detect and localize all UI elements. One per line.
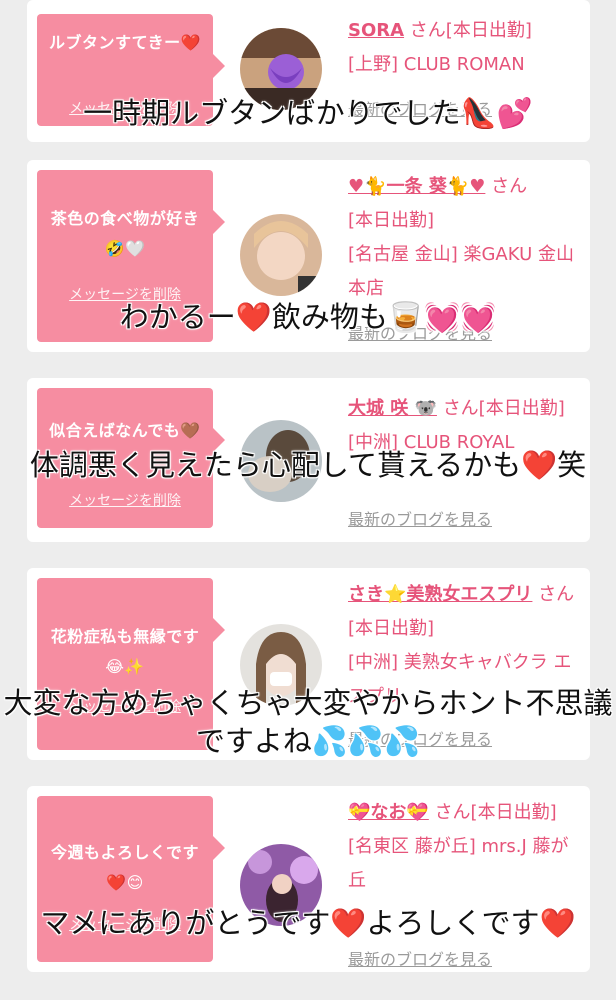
message-card: 今週もよろしくです❤️😊 メッセージを削除 💝なお💝 さん[本日出勤] [名東区… xyxy=(27,786,590,972)
overlay-caption: 一時期ルブタンばかりでした👠💕 xyxy=(83,96,533,130)
latest-blog-link[interactable]: 最新のブログを見る xyxy=(348,946,492,970)
cast-info: SORA さん[本日出勤] [上野] CLUB ROMAN xyxy=(348,14,580,82)
overlay-caption: 体調悪く見えたら心配して貰えるかも❤️笑 xyxy=(29,448,587,482)
message-text: 茶色の食べ物が好き🤣🤍 xyxy=(50,209,200,258)
delete-message-link[interactable]: メッセージを削除 xyxy=(37,490,213,510)
cast-name-link[interactable]: 💝なお💝 xyxy=(348,802,429,823)
cast-name-link[interactable]: さき⭐美熟女エスプリ xyxy=(348,584,532,605)
cast-info: 💝なお💝 さん[本日出勤] [名東区 藤が丘] mrs.J 藤が丘 xyxy=(348,796,580,898)
cast-name-link[interactable]: ♥🐈一条 葵🐈♥ xyxy=(348,176,485,197)
message-text: 花粉症私も無縁です😂✨ xyxy=(50,627,200,676)
cast-info: ♥🐈一条 葵🐈♥ さん [本日出勤] [名古屋 金山] 楽GAKU 金山本店 xyxy=(348,170,580,306)
message-text: 今週もよろしくです❤️😊 xyxy=(50,843,200,892)
overlay-caption: マメにありがとうです❤️よろしくです❤️ xyxy=(40,906,576,940)
latest-blog-link[interactable]: 最新のブログを見る xyxy=(348,506,492,530)
avatar[interactable] xyxy=(240,214,322,296)
cast-name-link[interactable]: 大城 咲 🐨 xyxy=(348,398,437,419)
message-text: 似合えばなんでも🤎 xyxy=(49,421,201,440)
message-text: ルブタンすてきー❤️ xyxy=(48,33,202,52)
overlay-caption: 大変な方めちゃくちゃ大変やからホント不思議ですよね💦💦💦 xyxy=(3,686,613,758)
overlay-caption: わかるー❤️飲み物も🥃💓💓 xyxy=(119,300,497,334)
cast-name-link[interactable]: SORA xyxy=(348,20,404,41)
